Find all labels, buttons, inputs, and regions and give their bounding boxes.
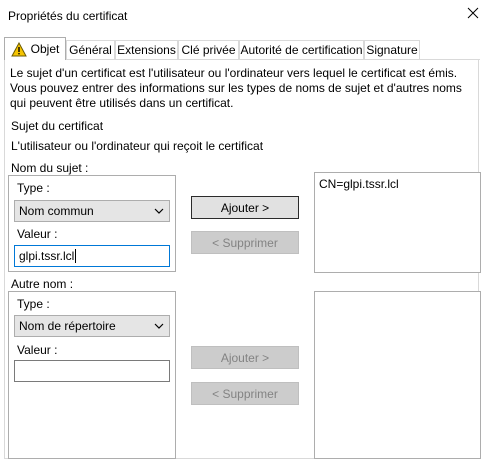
alt-remove-button[interactable]: < Supprimer [191,382,299,405]
tab-label: Signature [366,43,418,57]
tab-label: Général [69,43,112,57]
tab-private-key[interactable]: Clé privée [178,40,239,59]
tab-objet[interactable]: Objet [4,37,66,60]
warning-icon [10,41,27,56]
tab-label: Clé privée [181,43,236,57]
chevron-down-icon [154,208,164,214]
subject-add-button[interactable]: Ajouter > [191,196,299,219]
alt-value-input[interactable] [14,360,170,382]
alt-name-label: Autre nom : [11,277,74,291]
alt-type-value: Nom de répertoire [19,319,116,333]
subject-section-title: Sujet du certificat [11,119,104,133]
subject-value-input[interactable]: glpi.tssr.lcl [14,245,170,267]
tab-extensions[interactable]: Extensions [115,40,178,59]
tab-signature[interactable]: Signature [364,40,420,59]
alt-names-list[interactable] [314,291,481,459]
alt-value-label: Valeur : [17,343,58,357]
tab-label: Objet [30,42,60,56]
alt-type-label: Type : [17,297,50,311]
subject-value-label: Valeur : [17,227,58,241]
close-button[interactable] [463,3,483,23]
tab-certification-authority[interactable]: Autorité de certification [239,40,364,59]
subject-names-list[interactable]: CN=glpi.tssr.lcl [314,172,481,273]
tab-label: Autorité de certification [240,43,363,57]
alt-add-button[interactable]: Ajouter > [191,346,299,369]
subject-name-label: Nom du sujet : [11,161,89,175]
close-icon [467,7,479,19]
subject-remove-button[interactable]: < Supprimer [191,231,299,254]
subject-type-value: Nom commun [19,204,94,218]
subject-value-text: glpi.tssr.lcl [19,249,75,263]
chevron-down-icon [154,323,164,329]
subject-type-label: Type : [17,181,50,195]
subject-type-select[interactable]: Nom commun [14,200,170,222]
alt-type-select[interactable]: Nom de répertoire [14,315,170,337]
subject-section-subtitle: L'utilisateur ou l'ordinateur qui reçoit… [11,139,264,153]
description-text: Le sujet d'un certificat est l'utilisate… [10,66,462,110]
tab-general[interactable]: Général [66,40,115,59]
list-item[interactable]: CN=glpi.tssr.lcl [315,173,480,191]
tab-label: Extensions [117,43,176,57]
text-caret [75,249,77,263]
window-title: Propriétés du certificat [8,9,128,23]
